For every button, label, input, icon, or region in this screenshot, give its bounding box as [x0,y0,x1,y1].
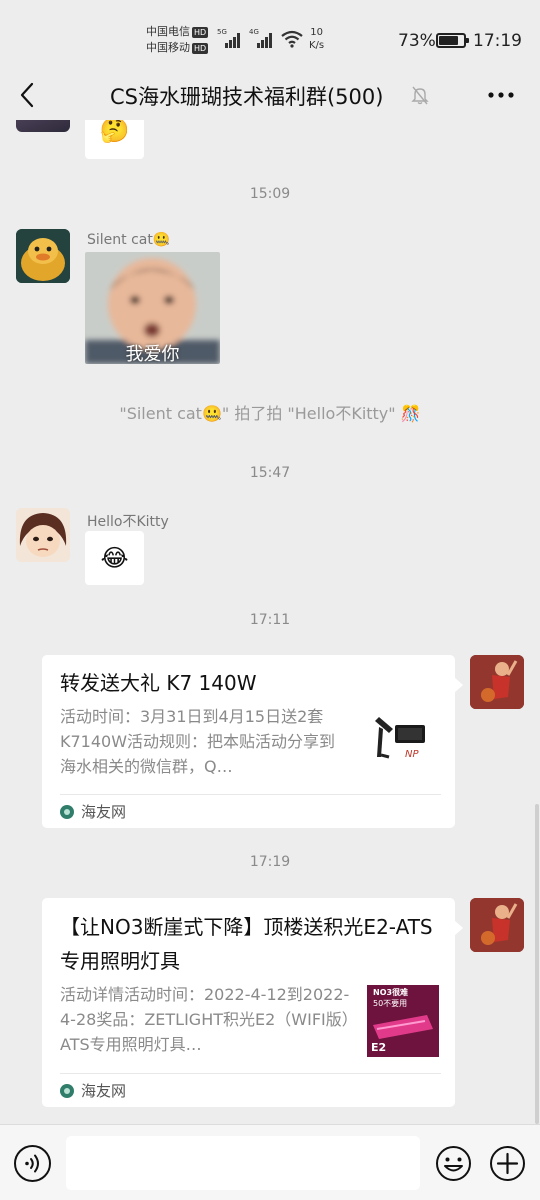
card-source: 海友网 [81,803,127,821]
basketball-player-avatar-icon [470,655,524,709]
net-speed-unit: K/s [309,40,325,51]
back-arrow-icon[interactable] [18,82,38,108]
net-speed-value: 10 [310,27,323,38]
link-card-k7[interactable]: 转发送大礼 K7 140W 活动时间：3月31日到4月15日送2套K7140W活… [42,655,463,828]
card-description: 活动时间：3月31日到4月15日送2套K7140W活动规则：把本贴活动分享到海水… [60,707,336,776]
battery-percent: 73% [398,31,436,51]
duck-avatar-icon [16,229,70,283]
input-bar [0,1124,540,1200]
status-bar: 中国电信 HD 中国移动 HD 5G 4G 10 K/s 73% 17:19 [0,0,540,70]
card-source: 海友网 [81,1082,127,1100]
pat-system-message: "Silent cat🤐" 拍了拍 "Hello不Kitty" 🎊 [119,404,421,423]
card-footer: 海友网 [60,794,441,828]
message-bubble[interactable]: 😂 [85,531,144,585]
chat-message-list[interactable]: 🤔 15:09 Silent cat🤐 我爱你 "Silent cat🤐" 拍了… [0,120,540,1124]
card-title: 【让NO3断崖式下降】顶楼送积光E2-ATS专用照明灯具 [60,915,433,973]
card-footer: 海友网 [60,1073,441,1107]
hd-badge: HD [192,42,209,54]
carrier-info: 中国电信 HD 中国移动 HD [146,24,209,56]
net-speed: 10 K/s [309,26,324,52]
sender-name: Silent cat🤐 [87,232,171,248]
avatar[interactable] [16,120,70,132]
timestamp: 17:19 [249,854,291,870]
sticker-caption: 我爱你 [125,344,180,364]
basketball-player-avatar-icon [470,898,524,952]
cartoon-girl-avatar-icon [16,508,70,562]
thumb-brand: NP [405,749,419,760]
avatar-silent-cat[interactable] [16,229,70,283]
voice-input-button[interactable] [14,1145,51,1182]
more-options-icon[interactable] [486,84,516,106]
timestamp: 15:09 [249,186,291,202]
message-input[interactable] [66,1136,420,1190]
aquarium-light-thumbnail-icon [367,709,439,781]
avatar-self[interactable] [470,655,524,709]
carrier-2: 中国移动 [146,41,190,54]
signal-4g-icon: 4G [249,28,277,48]
card-description: 活动详情活动时间：2022-4-12到2022-4-28奖品：ZETLIGHT积… [60,985,350,1054]
hd-badge: HD [192,26,209,38]
message-bubble[interactable]: 🤔 [85,120,144,159]
battery-icon [436,33,469,48]
thumb-brand: E2 [371,1041,387,1054]
card-title: 转发送大礼 K7 140W [60,671,257,695]
sender-name: Hello不Kitty [87,514,169,530]
laughing-emoji: 😂 [100,544,129,572]
mute-bell-icon [411,86,429,105]
voice-icon [25,1154,39,1173]
timestamp: 17:11 [249,612,291,628]
avatar-self[interactable] [470,898,524,952]
carrier-1: 中国电信 [146,25,190,38]
more-functions-plus-icon[interactable] [489,1145,526,1182]
chat-header: CS海水珊瑚技术福利群(500) [0,70,540,120]
status-time: 17:19 [473,31,522,51]
thumb-line1: NO3很难 [373,988,409,997]
emoji-button-icon[interactable] [435,1145,472,1182]
scrollbar[interactable] [535,804,539,1124]
source-logo-icon [60,1083,74,1098]
sticker-image[interactable]: 我爱你 [85,252,220,364]
signal-5g-icon: 5G [217,28,245,48]
thinking-emoji: 🤔 [99,120,130,144]
card-thumbnail: NO3很难 50不要用 E2 [367,985,439,1057]
card-thumbnail: NP [367,709,439,781]
source-logo-icon [60,804,74,819]
link-card-zetlight[interactable]: 【让NO3断崖式下降】顶楼送积光E2-ATS专用照明灯具 活动详情活动时间：20… [42,898,463,1107]
wifi-icon [281,30,303,48]
avatar-hello-kitty[interactable] [16,508,70,562]
chat-title: CS海水珊瑚技术福利群(500) [110,85,384,109]
timestamp: 15:47 [249,465,291,481]
thumb-line2: 50不要用 [373,999,408,1008]
